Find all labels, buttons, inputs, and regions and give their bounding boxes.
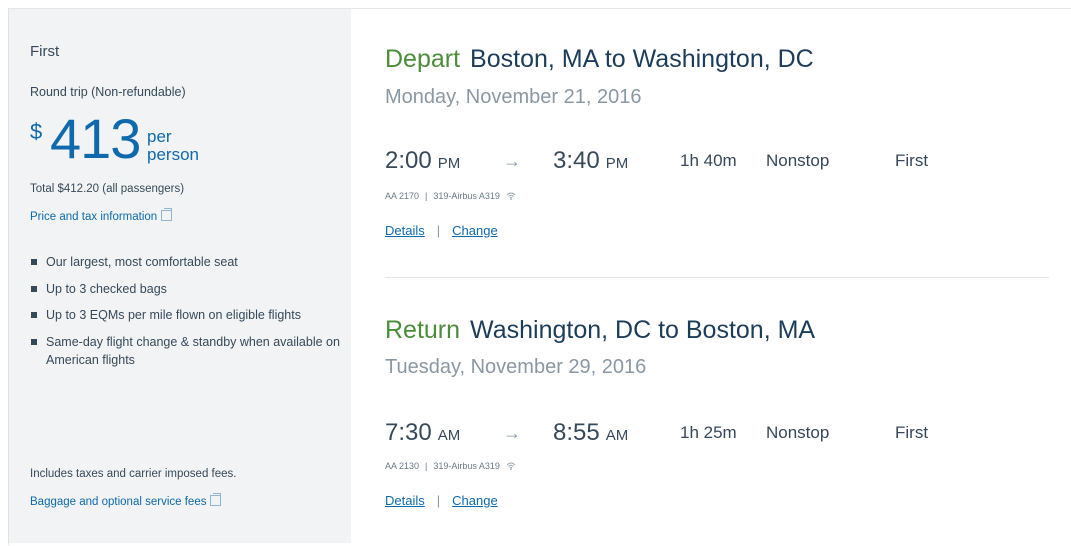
- benefit-text: Up to 3 checked bags: [46, 281, 167, 296]
- depart-times-row: 2:00 PM → 3:40 PM 1h 40m Nonstop First: [385, 147, 1045, 177]
- arrow-right-icon: →: [503, 423, 521, 443]
- return-date: Tuesday, November 29, 2016: [385, 356, 647, 378]
- flight-duration: 1h 40m: [680, 151, 737, 170]
- fare-name: First: [30, 43, 60, 60]
- arrival-time: 3:40 PM: [553, 147, 628, 175]
- route-label: Washington, DC to Boston, MA: [470, 316, 816, 344]
- flight-duration: 1h 25m: [680, 423, 737, 442]
- bullet-icon: [31, 338, 37, 345]
- depart-date: Monday, November 21, 2016: [385, 86, 642, 108]
- details-link[interactable]: Details: [385, 223, 425, 238]
- depart-title: Depart Boston, MA to Washington, DC: [385, 45, 814, 74]
- stops-label: Nonstop: [766, 151, 830, 170]
- price-amount: 413: [50, 107, 141, 170]
- arrival-time-value: 8:55: [553, 419, 600, 446]
- flight-info: AA 2170 | 319-Airbus A319: [385, 191, 516, 201]
- arrival-time: 8:55 AM: [553, 419, 628, 447]
- benefit-text: Same-day flight change & standby when av…: [46, 334, 340, 367]
- benefit-item: Our largest, most comfortable seat: [30, 253, 350, 271]
- departure-time: 7:30 AM: [385, 419, 460, 447]
- arrow-right-icon: →: [503, 151, 521, 171]
- per-label: per: [147, 127, 172, 146]
- depart-actions: Details | Change: [385, 223, 498, 238]
- route-label: Boston, MA to Washington, DC: [470, 45, 814, 73]
- cabin-label: First: [895, 423, 929, 442]
- bullet-icon: [31, 312, 37, 318]
- benefit-item: Same-day flight change & standby when av…: [30, 333, 350, 369]
- price-tax-info-label[interactable]: Price and tax information: [30, 211, 157, 223]
- price-tax-info-link[interactable]: Price and tax information: [30, 207, 173, 225]
- flight-number: AA 2170: [385, 191, 420, 201]
- baggage-fees-link[interactable]: Baggage and optional service fees: [30, 492, 222, 510]
- cabin-label: First: [895, 151, 929, 170]
- arrival-time-value: 3:40: [553, 147, 600, 174]
- departure-ampm: AM: [437, 427, 461, 444]
- benefit-text: Up to 3 EQMs per mile flown on eligible …: [46, 308, 301, 322]
- stops-label: Nonstop: [766, 423, 830, 442]
- benefit-item: Up to 3 EQMs per mile flown on eligible …: [30, 306, 350, 324]
- baggage-fees-label[interactable]: Baggage and optional service fees: [30, 496, 206, 508]
- person-label: person: [147, 145, 199, 164]
- external-link-icon: [161, 208, 173, 221]
- arrival-ampm: PM: [605, 155, 629, 172]
- departure-ampm: PM: [437, 155, 461, 172]
- bullet-icon: [31, 285, 37, 292]
- departure-time-value: 7:30: [385, 419, 432, 446]
- benefit-text: Our largest, most comfortable seat: [46, 255, 238, 269]
- segment-divider: [385, 277, 1049, 278]
- flight-info: AA 2130 | 319-Airbus A319: [385, 461, 516, 471]
- bullet-icon: [31, 259, 37, 265]
- fees-note: Includes taxes and carrier imposed fees.: [30, 468, 237, 480]
- per-person-label: per person: [147, 128, 199, 164]
- external-link-icon: [210, 493, 222, 506]
- return-actions: Details | Change: [385, 493, 498, 508]
- arrival-ampm: AM: [605, 427, 629, 444]
- wifi-icon: [507, 462, 516, 470]
- trip-type: Round trip (Non-refundable): [30, 85, 186, 99]
- change-link[interactable]: Change: [452, 223, 498, 238]
- direction-label: Return: [385, 316, 461, 344]
- flight-number: AA 2130: [385, 461, 420, 471]
- benefits-list: Our largest, most comfortable seat Up to…: [30, 253, 350, 377]
- currency-symbol: $: [30, 119, 43, 144]
- departure-time: 2:00 PM: [385, 147, 460, 175]
- aircraft: 319-Airbus A319: [433, 461, 500, 471]
- change-link[interactable]: Change: [452, 493, 498, 508]
- wifi-icon: [507, 192, 516, 200]
- aircraft: 319-Airbus A319: [433, 191, 500, 201]
- return-title: Return Washington, DC to Boston, MA: [385, 316, 815, 345]
- direction-label: Depart: [385, 45, 461, 73]
- return-times-row: 7:30 AM → 8:55 AM 1h 25m Nonstop First: [385, 419, 1045, 449]
- total-price: Total $412.20 (all passengers): [30, 183, 185, 195]
- departure-time-value: 2:00: [385, 147, 432, 174]
- benefit-item: Up to 3 checked bags: [30, 280, 350, 298]
- details-link[interactable]: Details: [385, 493, 425, 508]
- fare-summary-panel: First Round trip (Non-refundable) $ 413 …: [9, 9, 351, 543]
